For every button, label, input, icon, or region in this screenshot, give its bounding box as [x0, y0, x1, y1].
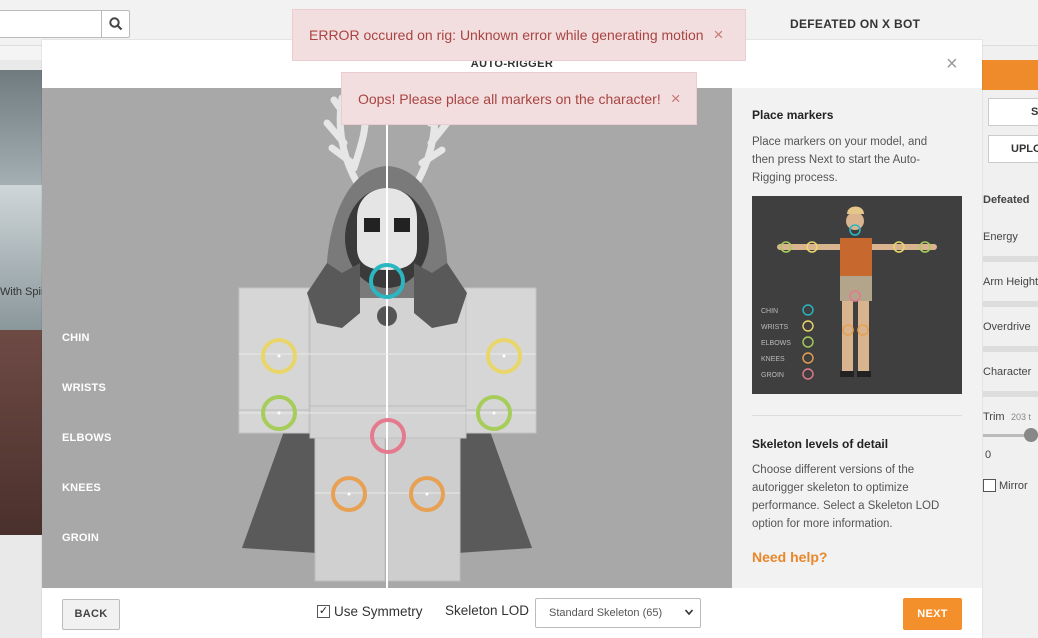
marker-label-chin: CHIN — [62, 332, 90, 344]
marker-label-wrists: WRISTS — [62, 382, 106, 394]
skeleton-lod-heading: Skeleton levels of detail — [752, 437, 889, 451]
warning-toast-close-icon[interactable]: × — [671, 89, 681, 109]
background-character-slider[interactable] — [983, 391, 1038, 397]
skeleton-lod-value: Standard Skeleton (65) — [549, 607, 663, 619]
skeleton-lod-label: Skeleton LOD — [445, 603, 530, 618]
animation-thumbnail[interactable] — [0, 330, 44, 535]
character-model[interactable] — [42, 88, 732, 588]
place-markers-text: Place markers on your model, and then pr… — [752, 136, 928, 184]
place-markers-heading: Place markers — [752, 108, 834, 122]
animation-thumbnail[interactable] — [0, 185, 44, 330]
background-energy-label: Energy — [983, 231, 1018, 243]
animation-thumbnail-label: With Spin — [0, 286, 48, 298]
use-symmetry-label[interactable]: Use Symmetry — [334, 604, 423, 619]
animation-thumbnail[interactable] — [0, 70, 44, 185]
back-button[interactable]: BACK — [62, 599, 120, 630]
marker-label-groin: GROIN — [62, 532, 100, 544]
background-energy-slider[interactable] — [983, 256, 1038, 262]
background-trim-slider-handle[interactable] — [1024, 428, 1038, 442]
background-mirror-label: Mirror — [999, 480, 1028, 492]
reference-legend-elbows: ELBOWS — [761, 340, 791, 347]
background-arm-height-label: Arm Height — [983, 276, 1038, 288]
background-arm-height-slider[interactable] — [983, 301, 1038, 307]
background-trim-label: Trim — [983, 411, 1005, 423]
marker-label-elbows: ELBOWS — [62, 432, 112, 444]
background-header-title: DEFEATED ON X BOT — [790, 17, 921, 31]
background-overdrive-label: Overdrive — [983, 321, 1031, 333]
side-divider — [752, 415, 962, 416]
background-overdrive-slider[interactable] — [983, 346, 1038, 352]
background-search-input[interactable] — [0, 10, 130, 38]
skeleton-lod-select[interactable]: Standard Skeleton (65) — [535, 598, 701, 628]
background-trim-value: 203 t — [1011, 412, 1032, 422]
modal-footer: BACK ✓ Use Symmetry Skeleton LOD Standar… — [42, 588, 982, 638]
error-toast-message: ERROR occured on rig: Unknown error whil… — [309, 27, 704, 43]
reference-legend-knees: KNEES — [761, 356, 785, 363]
error-toast-close-icon[interactable]: × — [714, 25, 724, 45]
background-download-button[interactable] — [982, 60, 1038, 90]
need-help-link[interactable]: Need help? — [752, 549, 827, 565]
background-mirror-checkbox[interactable] — [983, 479, 996, 492]
background-upload-button[interactable]: UPLO — [988, 135, 1038, 163]
background-character-label: Character — [983, 366, 1032, 378]
background-section-title: Defeated — [983, 194, 1030, 206]
chevron-down-icon — [684, 607, 694, 620]
marker-viewport[interactable]: CHIN WRISTS ELBOWS KNEES GROIN — [42, 88, 732, 588]
reference-image: CHIN WRISTS ELBOWS KNEES GROIN — [752, 196, 962, 394]
reference-legend-wrists: WRISTS — [761, 324, 789, 331]
reference-legend-groin: GROIN — [761, 372, 784, 379]
use-symmetry-checkbox[interactable]: ✓ — [317, 605, 330, 618]
next-button[interactable]: NEXT — [903, 598, 962, 630]
marker-label-knees: KNEES — [62, 482, 101, 494]
auto-rigger-modal: AUTO-RIGGER × CHIN WRISTS ELBOWS KNEES G… — [42, 40, 982, 638]
instructions-panel: Place markers Place markers on your mode… — [732, 88, 982, 588]
error-toast: ERROR occured on rig: Unknown error whil… — [292, 9, 746, 61]
modal-close-icon[interactable]: × — [946, 54, 958, 74]
search-icon[interactable] — [101, 11, 129, 37]
reference-legend-chin: CHIN — [761, 308, 778, 315]
background-button[interactable]: S — [988, 98, 1038, 126]
warning-toast: Oops! Please place all markers on the ch… — [341, 72, 697, 125]
warning-toast-message: Oops! Please place all markers on the ch… — [358, 90, 661, 107]
skeleton-lod-text: Choose different versions of the autorig… — [752, 464, 940, 530]
background-trim-zero: 0 — [985, 449, 992, 461]
